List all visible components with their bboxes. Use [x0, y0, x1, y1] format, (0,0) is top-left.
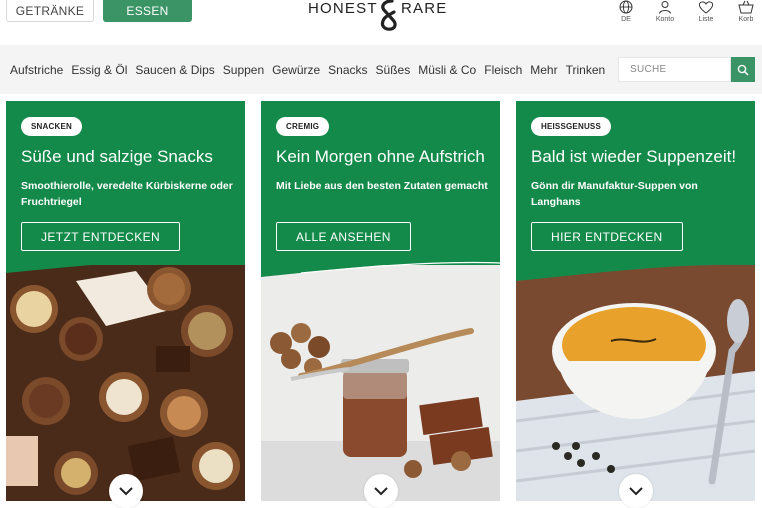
- promo-card-snacks[interactable]: SNACKEN Süße und salzige Snacks Smoothie…: [6, 101, 245, 501]
- chevron-down-icon: [119, 487, 133, 496]
- brand-logo[interactable]: HONEST RARE: [300, 0, 470, 34]
- language-label: DE: [621, 16, 631, 23]
- card-cta-button[interactable]: ALLE ANSEHEN: [276, 222, 411, 251]
- nav-item-gewuerze[interactable]: Gewürze: [272, 63, 320, 77]
- card-subtitle: Gönn dir Manufaktur-Suppen von Langhans: [531, 180, 698, 208]
- card-badge: SNACKEN: [21, 117, 82, 136]
- nav-item-muesli[interactable]: Müsli & Co: [418, 63, 476, 77]
- spread-jar-photo: [261, 251, 500, 501]
- card-subtitle: Smoothierolle, veredelte Kürbiskerne ode…: [21, 180, 233, 208]
- top-bar: GETRÄNKE ESSEN HONEST RARE DE Konto List…: [0, 0, 762, 42]
- card-title: Kein Morgen ohne Aufstrich: [276, 147, 485, 166]
- search-input[interactable]: SUCHE: [618, 57, 731, 82]
- nav-item-aufstriche[interactable]: Aufstriche: [10, 63, 63, 77]
- chevron-down-icon: [629, 487, 643, 496]
- nav-items: Aufstriche Essig & Öl Saucen & Dips Supp…: [10, 45, 613, 94]
- user-icon: [659, 1, 671, 14]
- scroll-down-button-1[interactable]: [109, 474, 143, 508]
- account-label: Konto: [655, 16, 675, 23]
- nav-item-essig-oel[interactable]: Essig & Öl: [71, 63, 127, 77]
- wishlist-label: Liste: [698, 16, 714, 23]
- card-badge: HEISSGENUSS: [531, 117, 611, 136]
- logo-text-right: RARE: [401, 0, 448, 17]
- card-badge: CREMIG: [276, 117, 330, 136]
- segment-drinks-button[interactable]: GETRÄNKE: [6, 0, 94, 22]
- nav-item-snacks[interactable]: Snacks: [328, 63, 367, 77]
- logo-text-left: HONEST: [308, 0, 378, 17]
- nav-item-trinken[interactable]: Trinken: [566, 63, 606, 77]
- nav-item-saucen-dips[interactable]: Saucen & Dips: [135, 63, 214, 77]
- category-nav: Aufstriche Essig & Öl Saucen & Dips Supp…: [0, 45, 762, 94]
- basket-label: Korb: [738, 16, 754, 23]
- soup-bowl-photo: [516, 251, 755, 501]
- promo-card-soups[interactable]: HEISSGENUSS Bald ist wieder Suppenzeit! …: [516, 101, 755, 501]
- card-title: Bald ist wieder Suppenzeit!: [531, 147, 737, 166]
- chevron-down-icon: [374, 487, 388, 496]
- basket-icon: [738, 0, 754, 14]
- nav-item-suesses[interactable]: Süßes: [376, 63, 411, 77]
- ampersand-logo-icon: [380, 0, 397, 31]
- card-title: Süße und salzige Snacks: [21, 147, 213, 166]
- nav-item-mehr[interactable]: Mehr: [530, 63, 557, 77]
- search-icon: [737, 64, 749, 76]
- scroll-down-button-3[interactable]: [619, 474, 653, 508]
- basket-link[interactable]: Korb: [726, 0, 762, 28]
- nav-item-suppen[interactable]: Suppen: [223, 63, 264, 77]
- promo-card-spreads[interactable]: CREMIG Kein Morgen ohne Aufstrich Mit Li…: [261, 101, 500, 501]
- snacks-photo: [6, 251, 245, 501]
- nav-item-fleisch[interactable]: Fleisch: [484, 63, 522, 77]
- segment-food-button[interactable]: ESSEN: [103, 0, 192, 22]
- account-link[interactable]: Konto: [645, 0, 685, 28]
- language-selector[interactable]: DE: [606, 0, 646, 28]
- search-button[interactable]: [731, 57, 755, 82]
- wishlist-link[interactable]: Liste: [686, 0, 726, 28]
- card-cta-button[interactable]: HIER ENTDECKEN: [531, 222, 683, 251]
- card-cta-button[interactable]: JETZT ENTDECKEN: [21, 222, 181, 251]
- card-subtitle: Mit Liebe aus den besten Zutaten gemacht: [276, 180, 488, 192]
- globe-icon: [619, 0, 633, 14]
- heart-icon: [698, 1, 714, 14]
- scroll-down-button-2[interactable]: [364, 474, 398, 508]
